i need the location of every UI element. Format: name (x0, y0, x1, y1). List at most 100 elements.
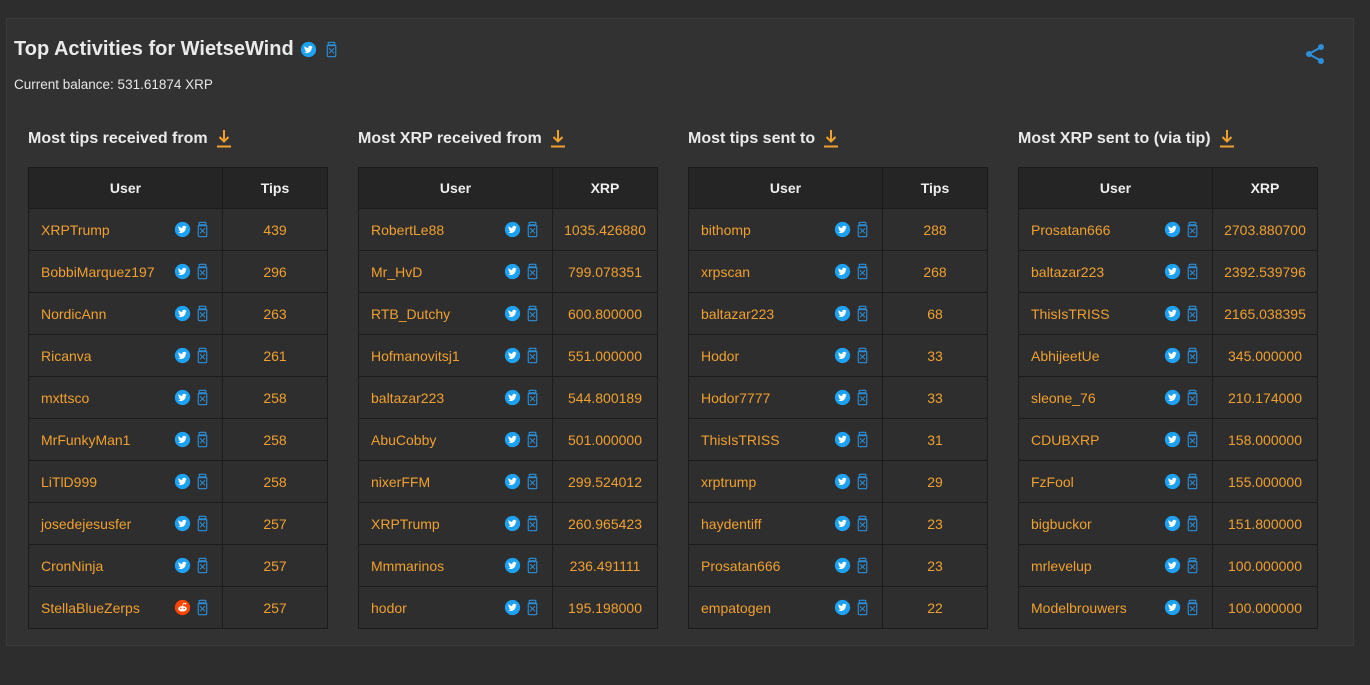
twitter-icon[interactable] (1164, 473, 1181, 490)
twitter-icon[interactable] (1164, 431, 1181, 448)
twitter-icon[interactable] (834, 263, 851, 280)
user-link[interactable]: StellaBlueZerps (41, 600, 140, 616)
xrptipbot-icon[interactable] (524, 305, 541, 322)
xrptipbot-icon[interactable] (1184, 599, 1201, 616)
user-link[interactable]: RTB_Dutchy (371, 306, 450, 322)
user-link[interactable]: baltazar223 (1031, 264, 1104, 280)
twitter-icon[interactable] (174, 221, 191, 238)
user-link[interactable]: haydentiff (701, 516, 761, 532)
xrptipbot-icon[interactable] (524, 431, 541, 448)
xrptipbot-icon[interactable] (854, 263, 871, 280)
user-link[interactable]: Hodor7777 (701, 390, 770, 406)
xrptipbot-icon[interactable] (194, 515, 211, 532)
user-link[interactable]: NordicAnn (41, 306, 106, 322)
xrptipbot-icon[interactable] (194, 305, 211, 322)
user-link[interactable]: ThisIsTRISS (701, 432, 780, 448)
twitter-icon[interactable] (174, 515, 191, 532)
download-icon[interactable] (550, 129, 566, 149)
twitter-icon[interactable] (174, 557, 191, 574)
xrptipbot-icon[interactable] (1184, 515, 1201, 532)
user-link[interactable]: XRPTrump (41, 222, 110, 238)
xrptipbot-icon[interactable] (194, 221, 211, 238)
xrptipbot-icon[interactable] (854, 473, 871, 490)
user-link[interactable]: AbhijeetUe (1031, 348, 1100, 364)
reddit-icon[interactable] (174, 599, 191, 616)
xrptipbot-icon[interactable] (854, 221, 871, 238)
twitter-icon[interactable] (834, 389, 851, 406)
user-link[interactable]: baltazar223 (371, 390, 444, 406)
user-link[interactable]: ThisIsTRISS (1031, 306, 1110, 322)
twitter-icon[interactable] (504, 599, 521, 616)
xrptipbot-icon[interactable] (194, 347, 211, 364)
xrptipbot-icon[interactable] (524, 347, 541, 364)
user-link[interactable]: Hodor (701, 348, 739, 364)
xrptipbot-icon[interactable] (854, 305, 871, 322)
user-link[interactable]: MrFunkyMan1 (41, 432, 130, 448)
xrptipbot-icon[interactable] (524, 599, 541, 616)
user-link[interactable]: Modelbrouwers (1031, 600, 1127, 616)
download-icon[interactable] (823, 129, 839, 149)
xrptipbot-icon[interactable] (524, 515, 541, 532)
xrptipbot-icon[interactable] (1184, 557, 1201, 574)
xrptipbot-icon[interactable] (1184, 431, 1201, 448)
user-link[interactable]: AbuCobby (371, 432, 436, 448)
user-link[interactable]: baltazar223 (701, 306, 774, 322)
xrptipbot-icon[interactable] (323, 41, 340, 58)
twitter-icon[interactable] (504, 473, 521, 490)
xrptipbot-icon[interactable] (854, 431, 871, 448)
user-link[interactable]: Prosatan666 (701, 558, 780, 574)
twitter-icon[interactable] (174, 347, 191, 364)
xrptipbot-icon[interactable] (854, 389, 871, 406)
twitter-icon[interactable] (1164, 599, 1181, 616)
twitter-icon[interactable] (504, 557, 521, 574)
twitter-icon[interactable] (1164, 263, 1181, 280)
twitter-icon[interactable] (504, 431, 521, 448)
user-link[interactable]: josedejesusfer (41, 516, 131, 532)
twitter-icon[interactable] (174, 473, 191, 490)
twitter-icon[interactable] (174, 305, 191, 322)
xrptipbot-icon[interactable] (1184, 305, 1201, 322)
twitter-icon[interactable] (504, 263, 521, 280)
xrptipbot-icon[interactable] (524, 221, 541, 238)
twitter-icon[interactable] (1164, 515, 1181, 532)
xrptipbot-icon[interactable] (524, 263, 541, 280)
xrptipbot-icon[interactable] (1184, 347, 1201, 364)
user-link[interactable]: LiTlD999 (41, 474, 97, 490)
user-link[interactable]: bithomp (701, 222, 751, 238)
xrptipbot-icon[interactable] (194, 389, 211, 406)
xrptipbot-icon[interactable] (194, 599, 211, 616)
twitter-icon[interactable] (834, 515, 851, 532)
twitter-icon[interactable] (504, 515, 521, 532)
download-icon[interactable] (1219, 129, 1235, 149)
xrptipbot-icon[interactable] (524, 557, 541, 574)
xrptipbot-icon[interactable] (524, 389, 541, 406)
xrptipbot-icon[interactable] (194, 263, 211, 280)
xrptipbot-icon[interactable] (854, 347, 871, 364)
user-link[interactable]: XRPTrump (371, 516, 440, 532)
download-icon[interactable] (216, 129, 232, 149)
user-link[interactable]: Mr_HvD (371, 264, 422, 280)
user-link[interactable]: sleone_76 (1031, 390, 1096, 406)
user-link[interactable]: RobertLe88 (371, 222, 444, 238)
twitter-icon[interactable] (174, 263, 191, 280)
xrptipbot-icon[interactable] (194, 473, 211, 490)
user-link[interactable]: nixerFFM (371, 474, 430, 490)
xrptipbot-icon[interactable] (1184, 389, 1201, 406)
xrptipbot-icon[interactable] (854, 557, 871, 574)
user-link[interactable]: empatogen (701, 600, 771, 616)
user-link[interactable]: Mmmarinos (371, 558, 444, 574)
xrptipbot-icon[interactable] (1184, 263, 1201, 280)
xrptipbot-icon[interactable] (1184, 473, 1201, 490)
twitter-icon[interactable] (834, 473, 851, 490)
twitter-icon[interactable] (834, 557, 851, 574)
twitter-icon[interactable] (300, 41, 317, 58)
twitter-icon[interactable] (834, 347, 851, 364)
twitter-icon[interactable] (834, 431, 851, 448)
twitter-icon[interactable] (174, 431, 191, 448)
user-link[interactable]: mxttsco (41, 390, 89, 406)
twitter-icon[interactable] (1164, 221, 1181, 238)
user-link[interactable]: hodor (371, 600, 407, 616)
user-link[interactable]: Hofmanovitsj1 (371, 348, 460, 364)
xrptipbot-icon[interactable] (524, 473, 541, 490)
twitter-icon[interactable] (834, 599, 851, 616)
